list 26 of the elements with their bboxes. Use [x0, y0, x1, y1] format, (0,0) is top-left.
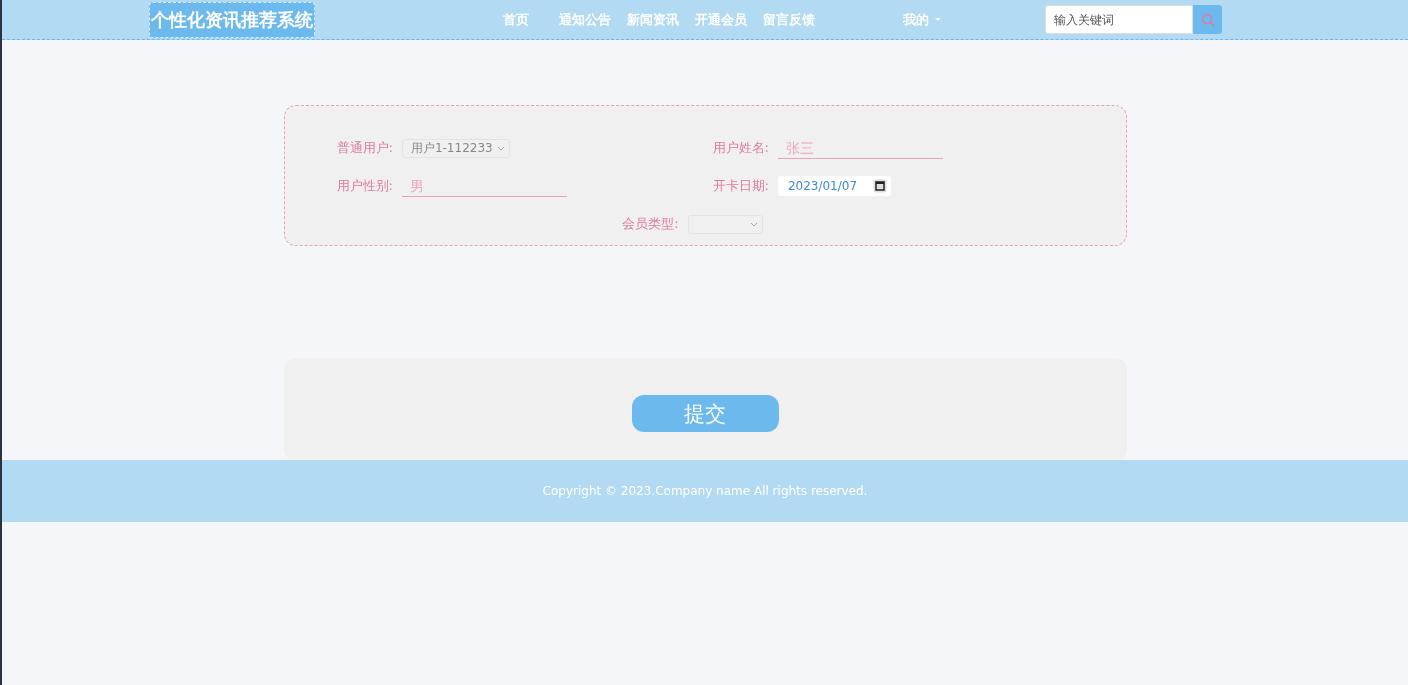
text-field[interactable]: 男 — [401, 175, 567, 197]
select-field[interactable] — [687, 214, 763, 234]
nav-link[interactable]: 首页 — [503, 10, 529, 29]
date-field[interactable]: 2023/01/07 — [777, 176, 892, 196]
field-label: 用户姓名: — [712, 139, 769, 157]
select-field[interactable]: 用户1-112233 — [401, 138, 510, 158]
field-label: 开卡日期: — [712, 177, 769, 195]
copyright-text: Copyright © 2023.Company name All rights reserved. — [542, 484, 868, 498]
chevron-icon — [496, 145, 505, 151]
text-field[interactable]: 张三 — [777, 137, 943, 159]
nav-link[interactable]: 通知公告 — [559, 10, 611, 29]
nav-link[interactable]: 留言反馈 — [763, 10, 815, 29]
search-button[interactable] — [1193, 5, 1222, 34]
calendar-icon[interactable] — [873, 179, 888, 193]
field-label: 用户性别: — [336, 177, 393, 195]
search-icon — [1200, 12, 1215, 27]
field-label: 会员类型: — [622, 215, 679, 233]
account-menu[interactable]: 我的 — [903, 10, 941, 29]
submit-button[interactable]: 提交 — [631, 395, 779, 432]
chevron-icon — [749, 221, 758, 227]
caret-icon — [935, 18, 941, 21]
search-field[interactable]: 输入关键词 — [1045, 5, 1193, 34]
site-logo[interactable]: 个性化资讯推荐系统 — [149, 1, 315, 38]
nav-link[interactable]: 开通会员 — [695, 10, 747, 29]
field-label: 普通用户: — [336, 139, 393, 157]
nav-link[interactable]: 新闻资讯 — [627, 10, 679, 29]
